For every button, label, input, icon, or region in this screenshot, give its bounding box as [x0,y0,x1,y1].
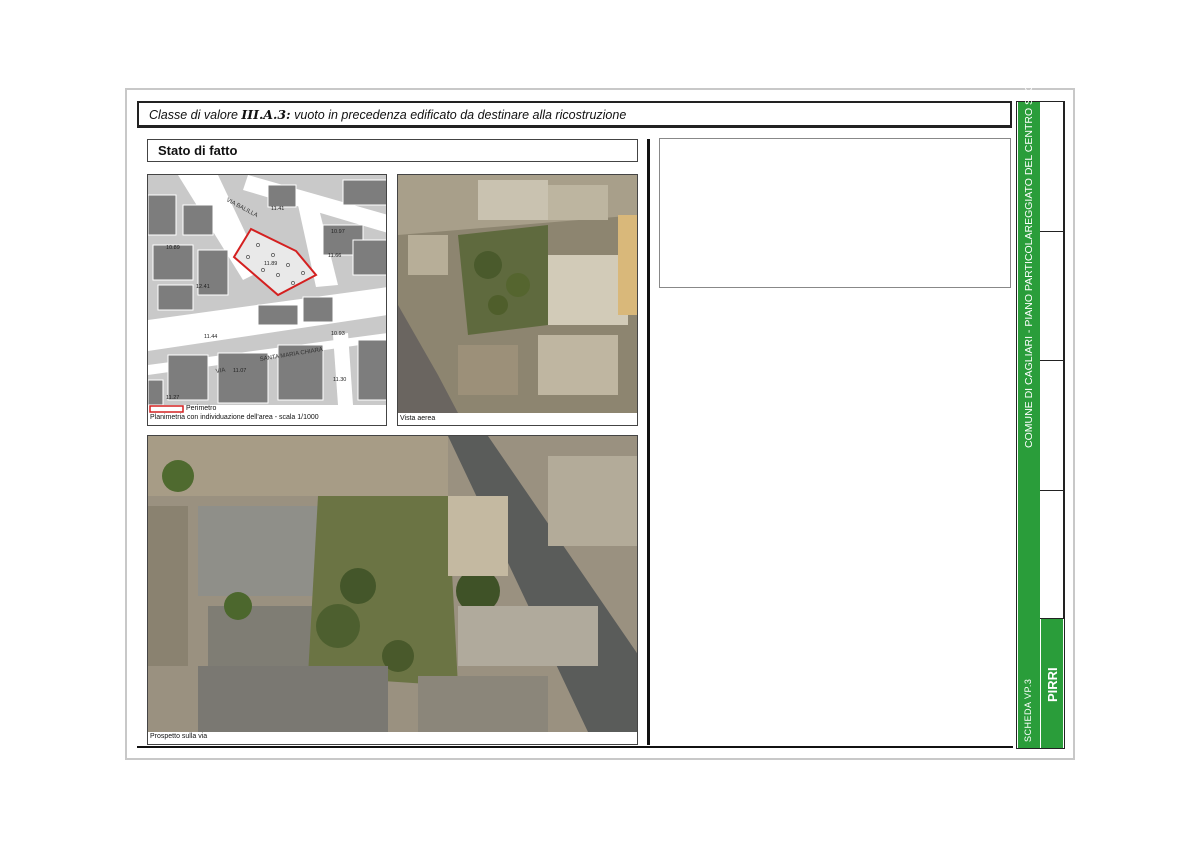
value-class-text: Classe di valore III.A.3: vuoto in prece… [149,107,626,122]
elevation-label: 10.89 [166,245,180,251]
cadastral-map: VIA BALILLA SANTA MARIA CHIARA VIA 11.41… [148,175,386,413]
value-class-prefix: Classe di valore [149,108,242,122]
elevation-label: 11.41 [271,206,284,212]
value-class-header: Classe di valore III.A.3: vuoto in prece… [137,101,1012,128]
bottom-rule [137,746,1013,748]
sidebar-plan-title: COMUNE DI CAGLIARI - PIANO PARTICOLAREGG… [1023,57,1035,448]
sidebar-cell-divider [1040,490,1063,491]
elevation-label: 12.41 [196,284,210,290]
notes-box [659,138,1011,288]
section-title-box: Stato di fatto [147,139,638,162]
aerial-photo [398,175,637,413]
street-view-caption: Prospetto sulla via [150,733,208,740]
elevation-label: 11.07 [233,368,246,374]
aerial-caption: Vista aerea [400,415,436,422]
street-view-photo [148,436,637,732]
aerial-panel: Vista aerea [397,174,638,426]
value-class-description: vuoto in precedenza edificato da destina… [290,108,627,122]
elevation-label: 11.89 [264,261,277,267]
elevation-label: 10.93 [331,331,345,337]
elevation-label: 11.66 [328,253,341,259]
sidebar-district-name: PIRRI [1045,667,1060,702]
sidebar-scheda-code: SCHEDA VP.3 [1023,678,1033,742]
map-caption: Planimetria con individuazione dell'area… [150,414,319,421]
legend-label: Perimetro [186,405,217,412]
value-class-code: III.A.3: [241,107,291,122]
street-view-panel: Prospetto sulla via [147,435,638,745]
column-divider [647,139,650,745]
section-title: Stato di fatto [158,143,238,158]
map-panel: VIA BALILLA SANTA MARIA CHIARA VIA 11.41… [147,174,387,426]
elevation-label: 10.97 [331,229,345,235]
perimeter-legend-swatch [149,405,184,413]
elevation-label: 11.44 [204,334,217,340]
elevation-label: 11.27 [166,395,179,401]
sidebar-cell-divider [1040,360,1063,361]
elevation-label: 11.30 [333,377,346,383]
sidebar-cells [1040,101,1064,619]
sidebar-cell-divider [1040,231,1063,232]
